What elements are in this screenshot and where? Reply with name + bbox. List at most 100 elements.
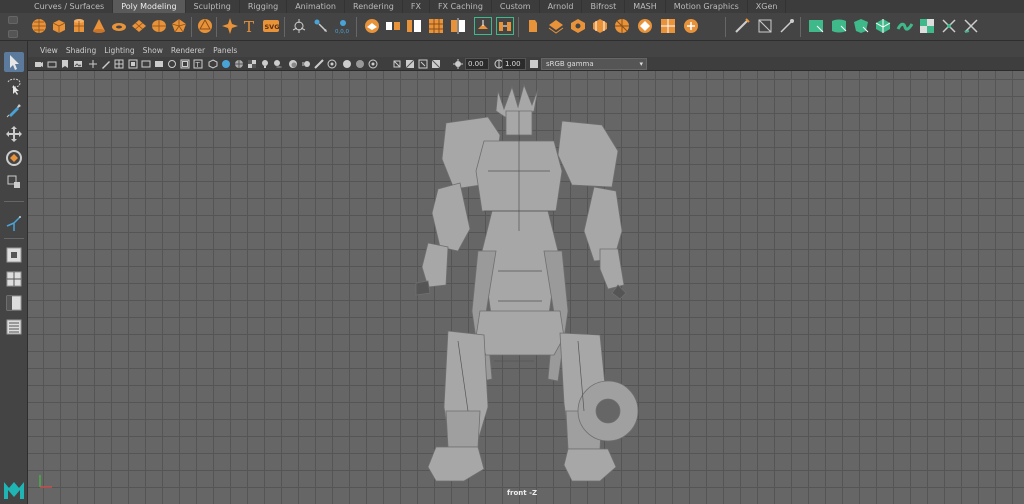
- exposure-field[interactable]: 0.00: [465, 58, 489, 70]
- panel-menu-shading[interactable]: Shading: [62, 44, 100, 57]
- shelf-tab-sculpting[interactable]: Sculpting: [186, 0, 240, 13]
- poly-cylinder-icon[interactable]: [70, 17, 88, 35]
- bridge-icon[interactable]: [496, 17, 514, 35]
- outliner-layout-icon[interactable]: [4, 317, 24, 337]
- planar-mapping-icon[interactable]: [807, 17, 825, 35]
- panel-menu-view[interactable]: View: [36, 44, 62, 57]
- platonic-solid-icon[interactable]: [170, 17, 188, 35]
- camera-attributes-icon[interactable]: [47, 59, 57, 69]
- wireframe-on-shaded-icon[interactable]: [234, 59, 244, 69]
- smooth-shade-icon[interactable]: [221, 59, 231, 69]
- xray-active-components-icon[interactable]: [392, 59, 402, 69]
- exposure-toggle-icon[interactable]: [431, 59, 441, 69]
- snap-align-icon[interactable]: [312, 17, 330, 35]
- lasso-tool-icon[interactable]: [4, 76, 24, 96]
- poly-cube-icon[interactable]: [50, 17, 68, 35]
- shelf-tab-poly-modeling[interactable]: Poly Modeling: [113, 0, 186, 13]
- anti-aliasing-icon[interactable]: [314, 59, 324, 69]
- select-tool-icon[interactable]: [4, 52, 24, 72]
- target-weld-icon[interactable]: [636, 17, 654, 35]
- viewport[interactable]: front -Z: [28, 71, 1024, 504]
- paint-select-tool-icon[interactable]: [4, 100, 24, 120]
- checker-map-icon[interactable]: [918, 17, 936, 35]
- four-view-layout-icon[interactable]: [4, 269, 24, 289]
- cut-uv-edges-icon[interactable]: [940, 17, 958, 35]
- shelf-tab-xgen[interactable]: XGen: [748, 0, 787, 13]
- exposure-icon[interactable]: [453, 59, 463, 69]
- robot-model[interactable]: [28, 71, 1024, 504]
- shelf-tab-fx[interactable]: FX: [403, 0, 430, 13]
- isolate-select-icon[interactable]: [342, 59, 352, 69]
- poly-sphere-icon[interactable]: [30, 17, 48, 35]
- super-shape-icon[interactable]: [221, 17, 239, 35]
- grease-pencil-icon[interactable]: [101, 59, 111, 69]
- multi-cut-icon[interactable]: [613, 17, 631, 35]
- depth-of-field-icon[interactable]: [327, 59, 337, 69]
- quad-draw-icon[interactable]: [733, 17, 751, 35]
- insert-edge-loop-icon[interactable]: [591, 17, 609, 35]
- connect-icon[interactable]: [659, 17, 677, 35]
- spherical-mapping-icon[interactable]: [852, 17, 870, 35]
- panel-menu-panels[interactable]: Panels: [209, 44, 241, 57]
- smooth-icon[interactable]: [405, 17, 423, 35]
- image-plane-icon[interactable]: [73, 59, 83, 69]
- center-pivot-icon[interactable]: 0,0,0: [334, 17, 352, 35]
- append-polygon-icon[interactable]: [525, 17, 543, 35]
- field-chart-icon[interactable]: [167, 59, 177, 69]
- shelf-tab-rendering[interactable]: Rendering: [345, 0, 403, 13]
- color-space-dropdown[interactable]: sRGB gamma ▾: [541, 58, 647, 70]
- poly-disc-icon[interactable]: [150, 17, 168, 35]
- shelf-tab-arnold[interactable]: Arnold: [540, 0, 583, 13]
- use-all-lights-icon[interactable]: [260, 59, 270, 69]
- shelf-tab-custom[interactable]: Custom: [492, 0, 540, 13]
- unfold-uv-icon[interactable]: [896, 17, 914, 35]
- rotate-tool-icon[interactable]: [4, 148, 24, 168]
- make-hole-icon[interactable]: [569, 17, 587, 35]
- pivot-tool-icon[interactable]: [4, 213, 24, 233]
- shadows-icon[interactable]: [273, 59, 283, 69]
- sculpt-brush-icon[interactable]: [778, 17, 796, 35]
- fill-hole-icon[interactable]: [547, 17, 565, 35]
- poly-torus-icon[interactable]: [110, 17, 128, 35]
- select-camera-icon[interactable]: [34, 59, 44, 69]
- gamma-field[interactable]: 1.00: [502, 58, 526, 70]
- shelf-tab-bifrost[interactable]: Bifrost: [582, 0, 626, 13]
- shelf-tab-motion-graphics[interactable]: Motion Graphics: [666, 0, 748, 13]
- shelf-options-handle[interactable]: [6, 16, 20, 38]
- cylindrical-mapping-icon[interactable]: [830, 17, 848, 35]
- single-perspective-view-icon[interactable]: [4, 245, 24, 265]
- panel-menu-renderer[interactable]: Renderer: [167, 44, 209, 57]
- poly-pyramid-icon[interactable]: [196, 17, 214, 35]
- mirror-icon[interactable]: [449, 17, 467, 35]
- uv-editor-icon[interactable]: [756, 17, 774, 35]
- film-gate-icon[interactable]: [128, 59, 138, 69]
- two-d-pan-zoom-icon[interactable]: [88, 59, 98, 69]
- backface-culling-icon[interactable]: [405, 59, 415, 69]
- move-tool-icon[interactable]: [4, 124, 24, 144]
- svg-tool-icon[interactable]: SVG: [262, 17, 280, 35]
- motion-blur-icon[interactable]: [301, 59, 311, 69]
- xray-joints-icon[interactable]: [368, 59, 378, 69]
- scale-tool-icon[interactable]: [4, 172, 24, 192]
- shelf-tab-rigging[interactable]: Rigging: [240, 0, 288, 13]
- safe-action-icon[interactable]: [180, 59, 190, 69]
- safe-title-icon[interactable]: T: [193, 59, 203, 69]
- screen-space-ao-icon[interactable]: [288, 59, 298, 69]
- combine-icon[interactable]: [363, 17, 381, 35]
- gate-mask-icon[interactable]: [154, 59, 164, 69]
- panel-menu-show[interactable]: Show: [139, 44, 167, 57]
- separate-icon[interactable]: [384, 17, 402, 35]
- view-transform-toggle-icon[interactable]: [529, 59, 539, 69]
- extrude-icon[interactable]: [474, 17, 492, 35]
- shelf-tab-fx-caching[interactable]: FX Caching: [430, 0, 492, 13]
- hud-toggle-icon[interactable]: [418, 59, 428, 69]
- type-tool-icon[interactable]: T: [241, 17, 259, 35]
- xray-icon[interactable]: [355, 59, 365, 69]
- shelf-tab-curves-surfaces[interactable]: Curves / Surfaces: [26, 0, 114, 13]
- persp-outliner-layout-icon[interactable]: [4, 293, 24, 313]
- bevel-tool-icon[interactable]: [290, 17, 308, 35]
- sew-uv-edges-icon[interactable]: [962, 17, 980, 35]
- bookmarks-icon[interactable]: [60, 59, 70, 69]
- resolution-gate-icon[interactable]: [141, 59, 151, 69]
- panel-menu-lighting[interactable]: Lighting: [100, 44, 138, 57]
